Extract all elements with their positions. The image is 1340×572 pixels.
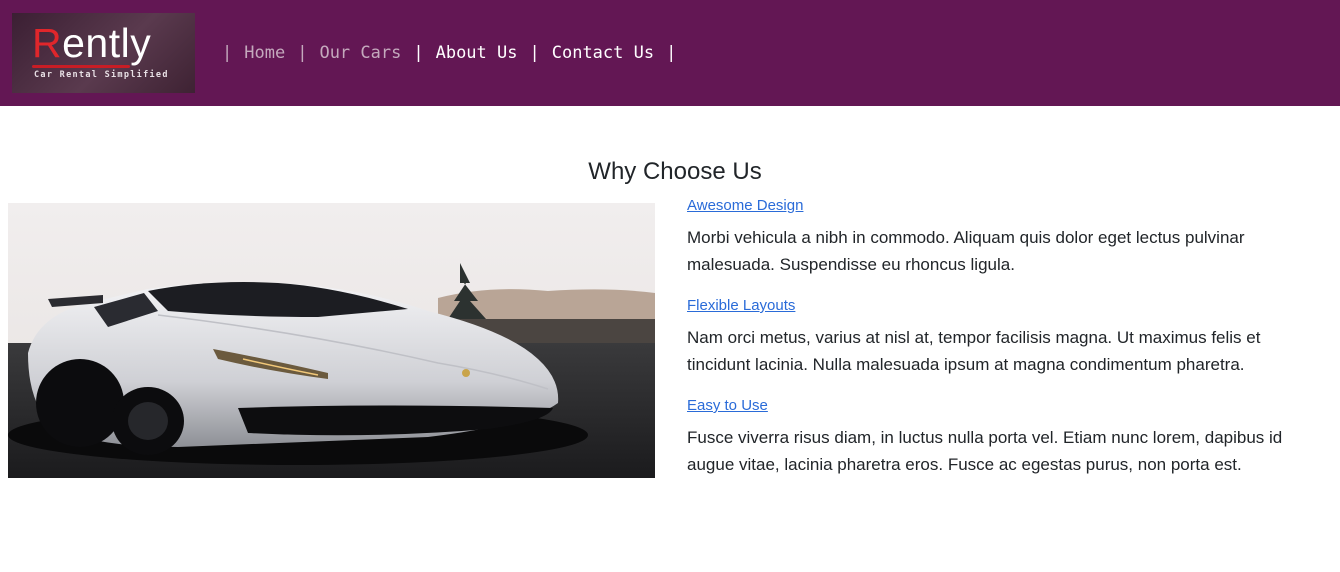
nav-separator: | [222,43,233,63]
feature-link-flexible-layouts[interactable]: Flexible Layouts [687,295,795,317]
brand-logo[interactable]: Rently Car Rental Simplified [12,13,195,93]
feature-item: Easy to Use Fusce viverra risus diam, in… [687,395,1327,478]
logo-swoosh [32,65,130,68]
feature-item: Flexible Layouts Nam orci metus, varius … [687,295,1327,378]
nav-separator: | [666,43,677,63]
feature-description: Fusce viverra risus diam, in luctus null… [687,428,1283,474]
feature-description: Nam orci metus, varius at nisl at, tempo… [687,328,1261,374]
car-image [8,203,655,478]
feature-link-awesome-design[interactable]: Awesome Design [687,195,803,217]
brand-name-rest: ently [62,20,152,66]
nav-separator: | [413,43,424,63]
feature-list: Awesome Design Morbi vehicula a nibh in … [687,195,1327,495]
main-nav: | Home | Our Cars | About Us | Contact U… [216,38,682,68]
brand-tagline: Car Rental Simplified [34,70,169,80]
brand-name: Rently [32,19,151,67]
brand-initial: R [32,20,63,66]
nav-link-about-us[interactable]: About Us [430,43,524,63]
feature-description: Morbi vehicula a nibh in commodo. Aliqua… [687,228,1245,274]
feature-link-easy-to-use[interactable]: Easy to Use [687,395,768,417]
nav-link-our-cars[interactable]: Our Cars [313,43,407,63]
feature-item: Awesome Design Morbi vehicula a nibh in … [687,195,1327,278]
section-title: Why Choose Us [588,158,762,185]
navbar: Rently Car Rental Simplified | Home | Ou… [0,0,1340,106]
nav-separator: | [297,43,308,63]
nav-separator: | [529,43,540,63]
nav-link-contact-us[interactable]: Contact Us [546,43,660,63]
nav-link-home[interactable]: Home [238,43,291,63]
